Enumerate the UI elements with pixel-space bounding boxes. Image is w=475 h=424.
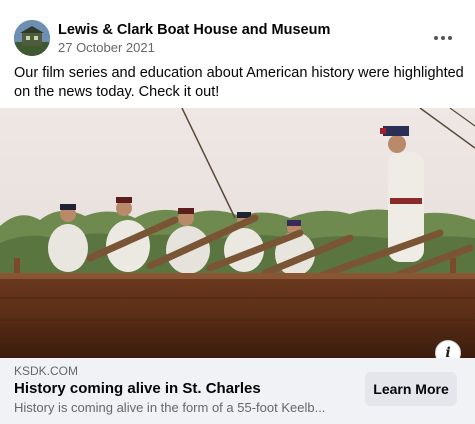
- keelboat-rowers-photo: [0, 108, 475, 358]
- post-text: Our film series and education about Amer…: [14, 65, 464, 100]
- link-title[interactable]: History coming alive in St. Charles: [14, 380, 261, 397]
- more-options-button[interactable]: [429, 24, 457, 52]
- link-preview[interactable]: KSDK.COM History coming alive in St. Cha…: [0, 358, 475, 424]
- post-header: Lewis & Clark Boat House and Museum 27 O…: [12, 18, 465, 58]
- link-description: History is coming alive in the form of a…: [14, 400, 326, 415]
- post-date[interactable]: 27 October 2021: [58, 40, 155, 55]
- boathouse-avatar-image: [14, 20, 50, 56]
- post-image[interactable]: i: [0, 108, 475, 358]
- learn-more-button[interactable]: Learn More: [365, 372, 457, 406]
- link-domain: KSDK.COM: [14, 364, 79, 378]
- post-card: Lewis & Clark Boat House and Museum 27 O…: [0, 0, 475, 424]
- page-avatar[interactable]: [14, 20, 50, 56]
- more-horizontal-icon: [434, 36, 438, 40]
- page-name[interactable]: Lewis & Clark Boat House and Museum: [58, 22, 330, 38]
